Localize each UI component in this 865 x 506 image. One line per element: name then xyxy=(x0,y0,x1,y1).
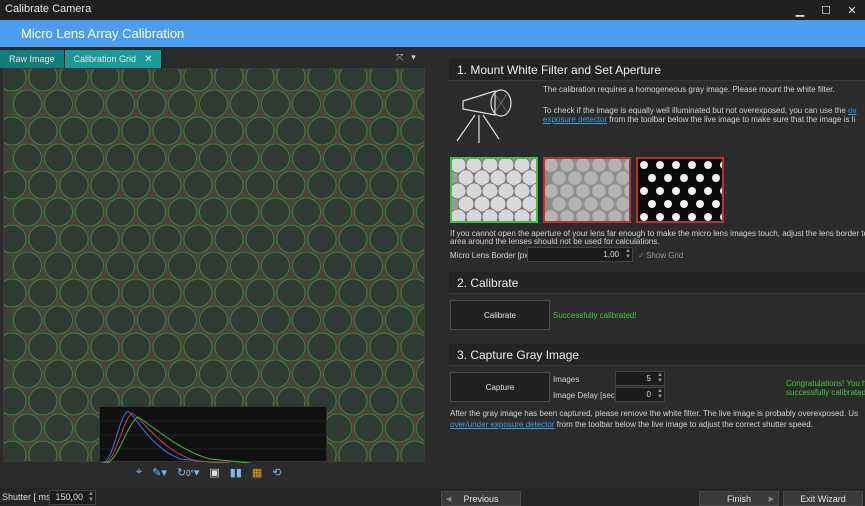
step2-header: 2. Calibrate xyxy=(449,272,865,294)
step1-header: 1. Mount White Filter and Set Aperture xyxy=(449,59,865,81)
close-icon[interactable]: ✕ xyxy=(839,0,865,20)
histogram-icon[interactable]: ▮▮ xyxy=(230,466,242,479)
images-label: Images xyxy=(553,375,580,384)
refresh-icon[interactable]: ⟲ xyxy=(272,466,281,479)
view-toolbar: ⌖ ✎▾ ↻0°▾ ▣ ▮▮ ▦ ⟲ xyxy=(136,466,282,479)
histogram-overlay xyxy=(99,406,328,464)
tab-label: Raw Image xyxy=(9,54,55,64)
capture-button[interactable]: Capture xyxy=(450,372,550,402)
histogram-plot xyxy=(100,410,328,464)
exit-label: Exit Wizard xyxy=(800,493,846,504)
spinner-icon[interactable]: ▲ ▼ xyxy=(88,491,94,503)
step1-text2-line2: exposure detector from the toolbar below… xyxy=(543,114,855,125)
camera-icon xyxy=(456,89,512,143)
exit-wizard-button[interactable]: Exit Wizard xyxy=(783,491,863,506)
step1-text2-b: from the toolbar below the live image to… xyxy=(607,115,856,124)
tab-calibration-grid[interactable]: Calibration Grid ✕ xyxy=(64,50,163,68)
capture-label: Capture xyxy=(485,382,515,392)
tab-raw-image[interactable]: Raw Image xyxy=(0,50,65,68)
spinner-icon[interactable]: ▲ ▼ xyxy=(657,372,663,384)
thumbnail-small-aperture-example xyxy=(636,157,724,223)
chevron-right-icon: ▶ xyxy=(768,495,774,503)
finish-button[interactable]: Finish ▶ xyxy=(699,491,779,506)
shutter-label: Shutter [ ms ] xyxy=(2,492,56,502)
chevron-left-icon: ◀ xyxy=(446,495,452,503)
previous-label: Previous xyxy=(463,493,499,504)
previous-button[interactable]: ◀ Previous xyxy=(441,491,521,506)
crosshair-icon[interactable]: ⌖ xyxy=(136,466,142,479)
step1-hint-line2: area around the lenses should not be use… xyxy=(450,237,660,246)
images-value: 5 xyxy=(646,374,651,383)
spinner-icon[interactable]: ▲ ▼ xyxy=(625,248,631,260)
delay-label: Image Delay [sec] xyxy=(553,391,618,400)
images-input[interactable]: 5 ▲ ▼ xyxy=(615,371,665,386)
tab-label: Calibration Grid xyxy=(73,54,137,64)
banner-title: Micro Lens Array Calibration xyxy=(21,26,185,41)
congrats-line2: successfully calibrated yo xyxy=(786,388,865,397)
delay-input[interactable]: 0 ▲ ▼ xyxy=(615,387,665,402)
over-under-exposure-link[interactable]: over/under exposure detector xyxy=(450,420,555,429)
after-capture-line2: over/under exposure detector from the to… xyxy=(450,419,813,430)
calibrate-button[interactable]: Calibrate xyxy=(450,300,550,330)
calibrate-label: Calibrate xyxy=(483,310,516,320)
exposure-detector-link[interactable]: exposure detector xyxy=(543,115,607,124)
spinner-icon[interactable]: ▲ ▼ xyxy=(657,388,663,400)
view-tabs: Raw Image Calibration Grid ✕ xyxy=(0,50,428,68)
shutter-value: 150,00 xyxy=(55,492,83,502)
lens-border-input[interactable]: 1,00 ▲ ▼ xyxy=(527,247,633,262)
eyedropper-icon[interactable]: ✎▾ xyxy=(152,466,167,479)
grid-icon[interactable]: ▦ xyxy=(252,466,262,479)
step3-header: 3. Capture Gray Image xyxy=(449,344,865,366)
thumbnail-good-example xyxy=(450,157,538,223)
image-icon[interactable]: ▣ xyxy=(209,466,219,479)
lens-border-label: Micro Lens Border [px] xyxy=(450,251,531,260)
show-grid-checkbox[interactable]: ✓Show Grid xyxy=(638,250,683,261)
finish-label: Finish xyxy=(726,493,751,504)
close-tab-icon[interactable]: ✕ xyxy=(144,54,152,65)
step1-text1: The calibration requires a homogeneous g… xyxy=(543,85,835,94)
rotation-value: 0° xyxy=(186,469,194,478)
title-bar: Calibrate Camera ▁ ☐ ✕ xyxy=(0,0,865,20)
window-title: Calibrate Camera xyxy=(5,3,92,15)
thumbnail-blurred-example xyxy=(543,157,631,223)
wizard-steps-panel: 1. Mount White Filter and Set Aperture T… xyxy=(445,50,865,488)
show-grid-label: Show Grid xyxy=(646,251,684,260)
micro-lens-grid-image xyxy=(4,69,424,461)
minimize-icon[interactable]: ▁ xyxy=(787,0,813,20)
calibrate-status: Successfully calibrated! xyxy=(553,311,637,320)
after-capture-line1: After the gray image has been captured, … xyxy=(450,409,859,418)
delay-value: 0 xyxy=(646,390,651,399)
calibration-image-viewer[interactable] xyxy=(3,68,425,462)
checkmark-icon: ✓ xyxy=(638,251,645,260)
chevron-down-icon[interactable]: ▾ xyxy=(411,52,416,63)
histogram-green-curve xyxy=(105,416,251,464)
maximize-icon[interactable]: ☐ xyxy=(813,0,839,20)
lens-border-value: 1,00 xyxy=(603,250,619,259)
shutter-input[interactable]: 150,00 ▲ ▼ xyxy=(49,490,96,505)
after-capture-text: from the toolbar below the live image to… xyxy=(554,420,813,429)
fit-view-icon[interactable]: ⤧ xyxy=(396,52,403,63)
rotate-icon[interactable]: ↻0°▾ xyxy=(177,466,199,479)
wizard-banner: Micro Lens Array Calibration xyxy=(0,20,865,47)
